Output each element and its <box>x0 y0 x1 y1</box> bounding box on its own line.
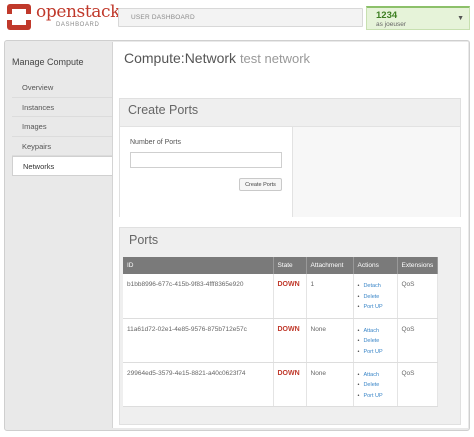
table-row: 11a61d72-02e1-4e85-9576-875b712e57c DOWN… <box>123 318 438 363</box>
port-state: DOWN <box>273 318 307 363</box>
port-up-link[interactable]: Port UP <box>358 347 393 358</box>
port-actions: Attach Delete Port UP <box>353 362 398 407</box>
user-name: 1234 <box>376 10 398 21</box>
create-ports-title: Create Ports <box>128 103 199 117</box>
port-id: 11a61d72-02e1-4e85-9576-875b712e57c <box>123 318 274 363</box>
port-extensions: QoS <box>397 318 438 363</box>
number-of-ports-input[interactable] <box>130 152 282 168</box>
attach-link[interactable]: Attach <box>358 326 393 337</box>
top-header: openstack DASHBOARD USER DASHBOARD 1234 … <box>0 0 474 36</box>
port-extensions: QoS <box>397 362 438 407</box>
delete-link[interactable]: Delete <box>358 380 393 391</box>
sidebar-item-networks[interactable]: Networks <box>12 156 116 176</box>
delete-link[interactable]: Delete <box>358 292 393 303</box>
port-extensions: QoS <box>397 274 438 319</box>
port-up-link[interactable]: Port UP <box>358 302 393 313</box>
user-menu[interactable]: 1234 as joeuser ▼ <box>366 6 470 30</box>
port-attachment: 1 <box>306 274 354 319</box>
create-ports-panel: Create Ports Number of Ports Create Port… <box>119 98 461 217</box>
openstack-logo[interactable]: openstack DASHBOARD <box>4 2 120 34</box>
column-header-actions: Actions <box>353 257 398 274</box>
page-title-network: test network <box>239 51 311 66</box>
port-id: b1bb8996-677c-415b-9f83-4fff8365e920 <box>123 274 274 319</box>
port-attachment: None <box>306 362 354 407</box>
port-actions: Detach Delete Port UP <box>353 274 398 319</box>
port-state: DOWN <box>273 274 307 319</box>
ports-table-header: ID State Attachment Actions Extensions <box>123 257 438 274</box>
sidebar-item-overview[interactable]: Overview <box>12 78 116 98</box>
column-header-attachment: Attachment <box>306 257 354 274</box>
port-actions: Attach Delete Port UP <box>353 318 398 363</box>
sidebar-item-images[interactable]: Images <box>12 117 116 137</box>
delete-link[interactable]: Delete <box>358 336 393 347</box>
table-row: 29964ed5-3579-4e15-8821-a40c0623f74 DOWN… <box>123 362 438 407</box>
sidebar-title: Manage Compute <box>12 57 84 67</box>
port-attachment: None <box>306 318 354 363</box>
port-id: 29964ed5-3579-4e15-8821-a40c0623f74 <box>123 362 274 407</box>
user-dashboard-tab[interactable]: USER DASHBOARD <box>118 8 363 27</box>
brand-subtitle: DASHBOARD <box>56 22 100 28</box>
create-ports-help-pane <box>292 126 460 217</box>
openstack-cube-icon <box>7 4 31 30</box>
number-of-ports-label: Number of Ports <box>130 139 181 146</box>
main-content: Compute:Network test network Create Port… <box>112 42 468 428</box>
attach-link[interactable]: Attach <box>358 370 393 381</box>
sidebar-item-instances[interactable]: Instances <box>12 98 116 117</box>
port-up-link[interactable]: Port UP <box>358 391 393 402</box>
chevron-down-icon: ▼ <box>457 15 464 22</box>
table-row: b1bb8996-677c-415b-9f83-4fff8365e920 DOW… <box>123 274 438 319</box>
column-header-extensions: Extensions <box>397 257 438 274</box>
create-ports-form: Number of Ports Create Ports <box>120 126 292 217</box>
ports-panel: Ports ID State Attachment Actions Extens… <box>119 227 461 425</box>
ports-table: ID State Attachment Actions Extensions b… <box>123 257 438 407</box>
user-dashboard-label: USER DASHBOARD <box>131 14 195 21</box>
create-ports-button[interactable]: Create Ports <box>239 178 282 191</box>
page-title: Compute:Network test network <box>124 50 310 66</box>
column-header-state: State <box>273 257 307 274</box>
page-title-main: Compute:Network <box>124 50 237 66</box>
detach-link[interactable]: Detach <box>358 281 393 292</box>
column-header-id: ID <box>123 257 274 274</box>
sidebar: Manage Compute Overview Instances Images… <box>6 42 116 428</box>
sidebar-item-keypairs[interactable]: Keypairs <box>12 137 116 156</box>
brand-name: openstack <box>36 2 121 22</box>
user-role: as joeuser <box>376 21 406 28</box>
port-state: DOWN <box>273 362 307 407</box>
sidebar-nav: Overview Instances Images Keypairs Netwo… <box>12 78 116 176</box>
ports-title: Ports <box>129 233 159 247</box>
